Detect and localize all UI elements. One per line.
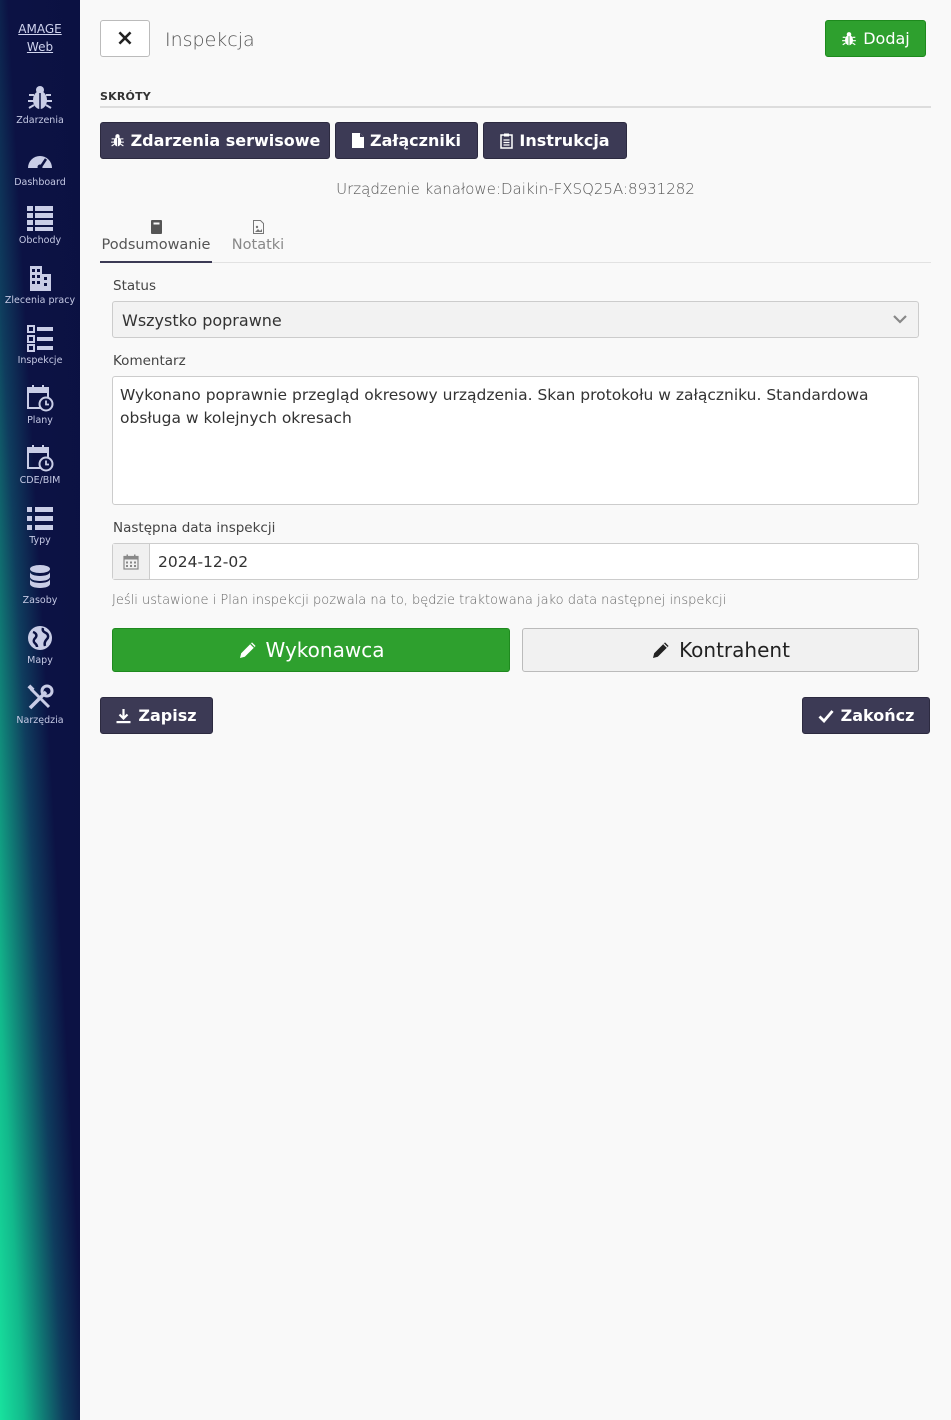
- list-icon: [27, 206, 53, 231]
- tools-icon: [27, 684, 54, 710]
- checklist-icon: [27, 325, 53, 352]
- comment-textarea[interactable]: Wykonano poprawnie przegląd okresowy urz…: [112, 376, 919, 505]
- bug-icon: [110, 134, 124, 147]
- executor-button-label: Wykonawca: [265, 638, 385, 662]
- shortcuts-heading: SKRÓTY: [100, 90, 931, 108]
- pencil-icon: [653, 642, 669, 658]
- sidebar-item-label: Obchody: [18, 235, 62, 246]
- sidebar-item-typy[interactable]: Typy: [0, 504, 80, 560]
- sidebar-item-zdarzenia[interactable]: Zdarzenia: [0, 84, 80, 140]
- save-button-label: Zapisz: [138, 706, 197, 725]
- sidebar-item-label: Plany: [27, 415, 53, 426]
- close-icon: ×: [115, 26, 135, 51]
- shortcut-label: Instrukcja: [519, 131, 610, 150]
- book-icon: [150, 220, 162, 234]
- executor-button[interactable]: Wykonawca: [112, 628, 510, 672]
- globe-icon: [28, 626, 52, 650]
- sidebar-item-inspekcje[interactable]: Inspekcje: [0, 324, 80, 380]
- sidebar-item-label: Zasoby: [22, 595, 58, 606]
- pencil-icon: [239, 642, 256, 658]
- sidebar-item-obchody[interactable]: Obchody: [0, 204, 80, 260]
- tab-label: Podsumowanie: [101, 237, 211, 253]
- device-name: Urządzenie kanałowe:Daikin-FXSQ25A:89312…: [336, 180, 695, 198]
- comment-label: Komentarz: [113, 353, 186, 369]
- sidebar-item-label: Dashboard: [14, 177, 66, 188]
- shortcut-attachments-button[interactable]: Załączniki: [335, 122, 478, 159]
- tab-label: Notatki: [231, 237, 285, 253]
- sidebar-item-narzedzia[interactable]: Narzędzia: [0, 684, 80, 740]
- close-button[interactable]: ×: [100, 20, 150, 57]
- sidebar: AMAGE Web Zdarzenia Dashboard Obchody Zl…: [0, 0, 80, 1420]
- save-button[interactable]: Zapisz: [100, 697, 213, 734]
- status-select-value: Wszystko poprawne: [122, 311, 282, 330]
- shortcut-service-events-button[interactable]: Zdarzenia serwisowe: [100, 122, 330, 159]
- calendar-icon[interactable]: [113, 544, 150, 579]
- brand-line-2: Web: [26, 40, 54, 54]
- sidebar-item-label: Typy: [29, 535, 51, 546]
- list-icon: [27, 507, 53, 530]
- calendar-clock-icon: [27, 445, 54, 472]
- contractor-button-label: Kontrahent: [679, 638, 790, 662]
- database-icon: [30, 565, 50, 588]
- next-date-hint: Jeśli ustawione i Plan inspekcji pozwala…: [112, 593, 727, 608]
- finish-button[interactable]: Zakończ: [802, 697, 930, 734]
- sidebar-item-label: Mapy: [27, 655, 53, 666]
- calendar-clock-icon: [27, 385, 54, 412]
- sidebar-item-plany[interactable]: Plany: [0, 384, 80, 440]
- file-icon: [352, 133, 365, 148]
- tab-notatki[interactable]: Notatki: [228, 218, 288, 263]
- sidebar-item-zlecenia-pracy[interactable]: Zlecenia pracy: [0, 264, 80, 320]
- shortcut-instruction-button[interactable]: Instrukcja: [483, 122, 627, 159]
- sidebar-item-label: CDE/BIM: [19, 475, 61, 486]
- page-title: Inspekcja: [165, 29, 255, 51]
- next-date-label: Następna data inspekcji: [113, 520, 276, 536]
- sidebar-item-label: Narzędzia: [16, 715, 64, 726]
- tab-podsumowanie[interactable]: Podsumowanie: [100, 218, 212, 263]
- clipboard-icon: [500, 133, 514, 149]
- brand-line-1: AMAGE: [18, 22, 62, 36]
- add-button[interactable]: Dodaj: [825, 20, 926, 57]
- status-label: Status: [113, 278, 157, 294]
- shortcut-label: Zdarzenia serwisowe: [130, 131, 321, 150]
- add-button-label: Dodaj: [863, 29, 910, 48]
- sidebar-item-label: Inspekcje: [17, 355, 63, 366]
- sidebar-item-cde-bim[interactable]: CDE/BIM: [0, 444, 80, 500]
- finish-button-label: Zakończ: [840, 706, 915, 725]
- next-date-field[interactable]: 2024-12-02: [112, 543, 919, 580]
- sidebar-item-zasoby[interactable]: Zasoby: [0, 564, 80, 620]
- gauge-icon: [28, 156, 52, 170]
- bug-icon: [28, 86, 52, 109]
- sidebar-item-label: Zdarzenia: [16, 115, 64, 126]
- tab-bar: Podsumowanie Notatki: [100, 218, 931, 263]
- shortcut-label: Załączniki: [370, 131, 461, 150]
- download-icon: [116, 708, 131, 723]
- chevron-down-icon: [893, 315, 907, 324]
- contractor-button[interactable]: Kontrahent: [522, 628, 919, 672]
- status-select[interactable]: Wszystko poprawne: [112, 301, 919, 338]
- brand-link[interactable]: AMAGE Web: [0, 20, 80, 56]
- check-icon: [818, 709, 834, 723]
- sidebar-item-dashboard[interactable]: Dashboard: [0, 146, 80, 202]
- bug-icon: [842, 31, 857, 45]
- building-icon: [30, 266, 51, 291]
- sidebar-item-mapy[interactable]: Mapy: [0, 624, 80, 680]
- sidebar-item-label: Zlecenia pracy: [4, 295, 76, 306]
- next-date-input[interactable]: 2024-12-02: [158, 553, 248, 571]
- file-image-icon: [252, 220, 264, 234]
